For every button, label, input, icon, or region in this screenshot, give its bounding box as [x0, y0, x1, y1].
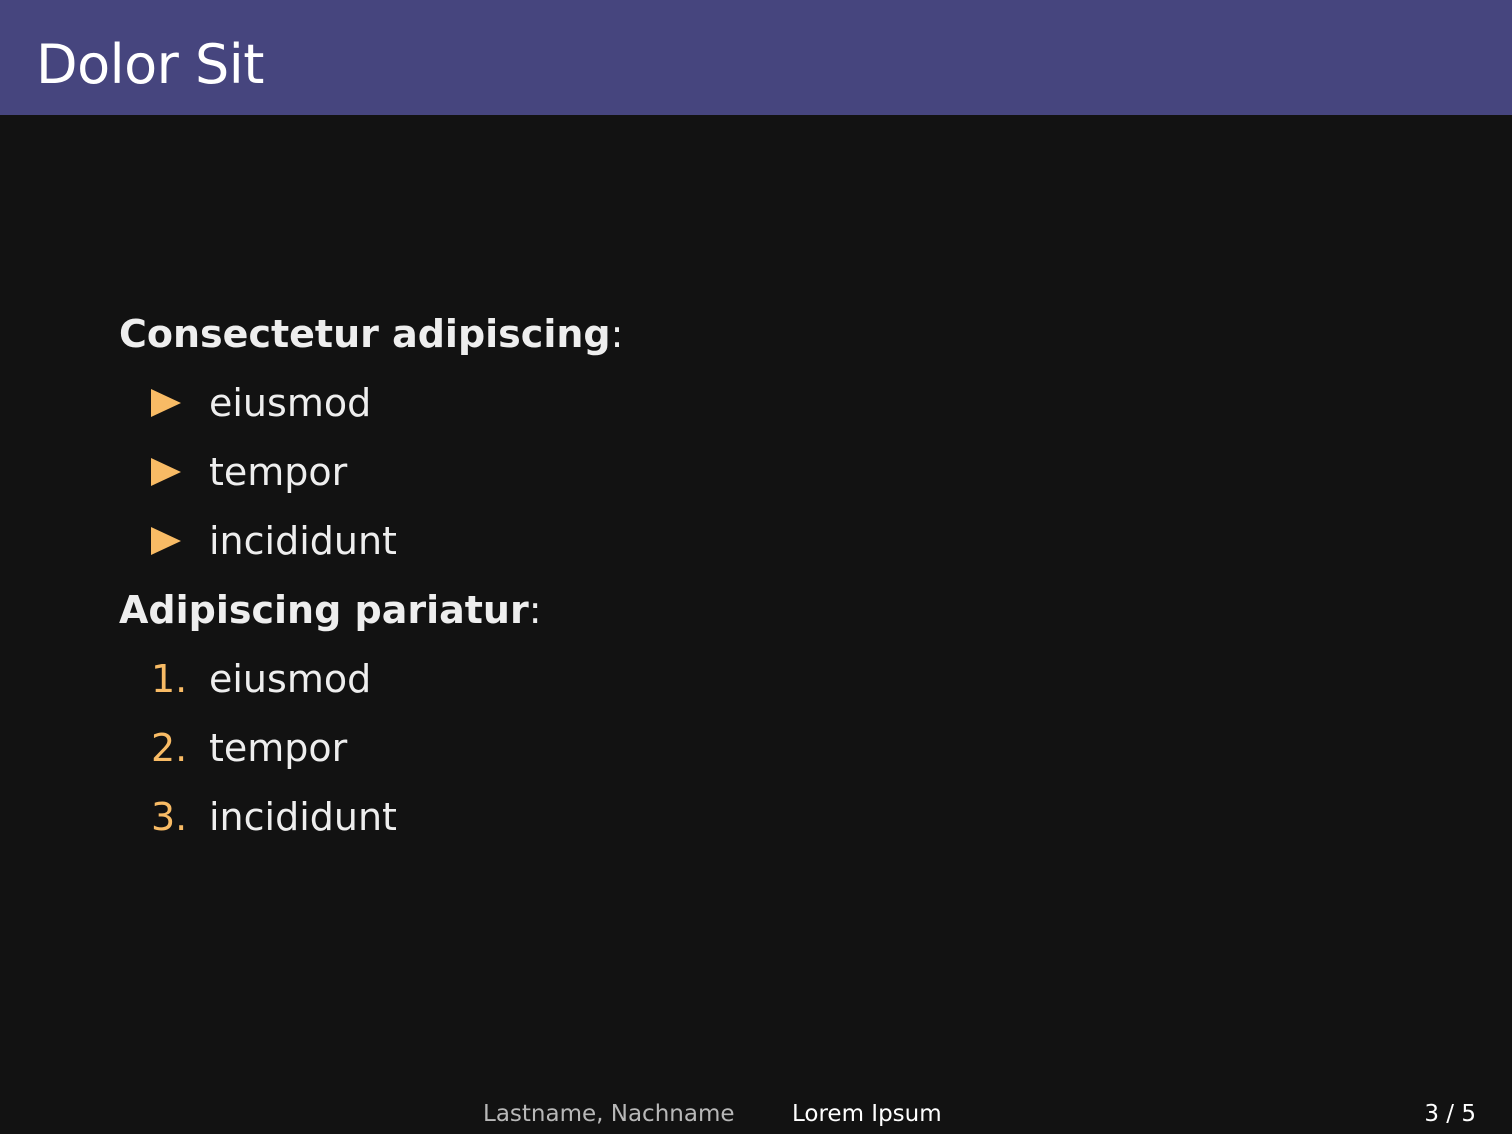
- numbered-list: 1. eiusmod 2. tempor 3. incididunt: [119, 645, 1419, 852]
- list-item: tempor: [119, 438, 1419, 507]
- footer-title: Lorem Ipsum: [792, 1101, 942, 1127]
- section-heading-text: Adipiscing pariatur: [119, 588, 529, 632]
- list-item-text: eiusmod: [209, 657, 372, 701]
- triangle-right-icon: [151, 369, 211, 438]
- slide-title: Dolor Sit: [36, 33, 264, 96]
- list-item-text: tempor: [209, 726, 348, 770]
- section-heading-text: Consectetur adipiscing: [119, 312, 611, 356]
- list-item: 2. tempor: [119, 714, 1419, 783]
- list-item-text: incididunt: [209, 795, 397, 839]
- list-number: 2.: [151, 726, 188, 770]
- slide-header: Dolor Sit: [0, 0, 1512, 115]
- section-heading-colon: :: [528, 588, 542, 632]
- triangle-right-icon: [151, 507, 211, 576]
- list-item: 3. incididunt: [119, 783, 1419, 852]
- page-number: 3 / 5: [1424, 1101, 1476, 1127]
- list-item: 1. eiusmod: [119, 645, 1419, 714]
- list-item-text: incididunt: [209, 519, 397, 563]
- slide-content: Consectetur adipiscing: eiusmod tempor i…: [119, 300, 1419, 852]
- list-item: eiusmod: [119, 369, 1419, 438]
- slide: Dolor Sit Consectetur adipiscing: eiusmo…: [0, 0, 1512, 1134]
- section-heading-numbered: Adipiscing pariatur:: [119, 576, 1419, 645]
- section-heading-colon: :: [610, 312, 624, 356]
- section-heading-bulleted: Consectetur adipiscing:: [119, 300, 1419, 369]
- triangle-right-icon: [151, 438, 211, 507]
- list-number: 3.: [151, 795, 188, 839]
- list-number: 1.: [151, 657, 188, 701]
- bulleted-list: eiusmod tempor incididunt: [119, 369, 1419, 576]
- list-item-text: eiusmod: [209, 381, 372, 425]
- list-item-text: tempor: [209, 450, 348, 494]
- list-item: incididunt: [119, 507, 1419, 576]
- slide-footer: Lastname, Nachname Lorem Ipsum 3 / 5: [0, 1094, 1512, 1134]
- footer-author: Lastname, Nachname: [483, 1101, 735, 1127]
